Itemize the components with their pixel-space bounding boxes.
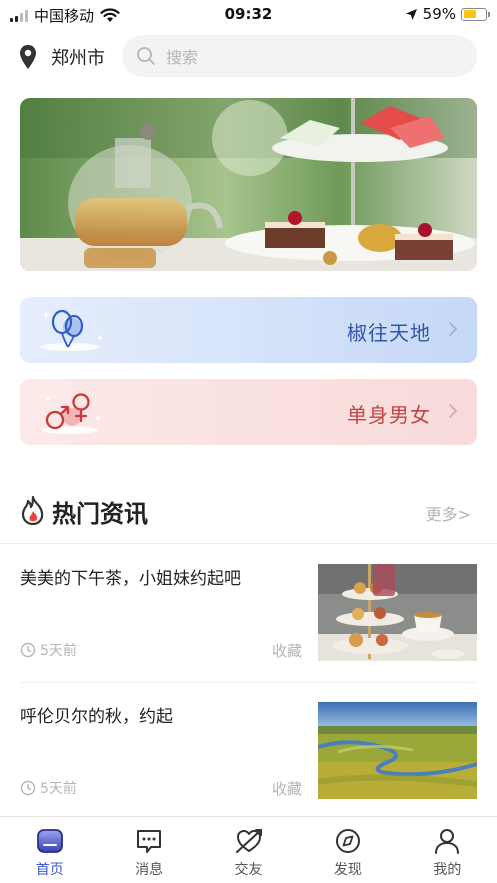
category-card-pink[interactable]: 单身男女 xyxy=(20,379,477,445)
news-time: 5天前 xyxy=(40,781,77,797)
afternoon-tea-photo[interactable] xyxy=(318,564,477,661)
news-meta: 5天前 xyxy=(20,640,77,660)
battery-icon xyxy=(461,7,490,21)
balloons-icon xyxy=(40,309,103,351)
news-item[interactable]: 呼伦贝尔的秋，约起 5天前 收藏 xyxy=(20,700,477,820)
dating-icon xyxy=(235,829,262,853)
divider xyxy=(20,682,477,683)
section-title: 热门资讯 xyxy=(52,500,148,528)
location-pin-icon[interactable] xyxy=(18,44,38,70)
category-card-blue[interactable]: 椒往天地 xyxy=(20,297,477,363)
message-icon xyxy=(137,830,162,853)
clock-icon xyxy=(20,642,36,658)
search-placeholder: 搜索 xyxy=(166,48,199,67)
location-arrow-icon xyxy=(405,8,417,20)
status-bar: 中国移动 09:32 59% xyxy=(0,0,497,30)
tab-label: 首页 xyxy=(35,862,64,878)
profile-icon xyxy=(435,829,460,854)
compass-icon xyxy=(335,829,360,853)
news-time: 5天前 xyxy=(40,643,77,659)
battery-fill xyxy=(463,10,476,18)
category-label: 椒往天地 xyxy=(347,321,431,345)
status-right: 59% xyxy=(405,5,490,23)
tab-label: 消息 xyxy=(135,862,164,878)
tab-discover[interactable]: 发现 xyxy=(298,817,397,883)
clock-icon xyxy=(20,780,36,796)
bottom-tab-bar: 首页 消息 交友 发现 我的 xyxy=(0,816,497,883)
city-selector[interactable]: 郑州市 xyxy=(51,44,105,70)
divider xyxy=(0,543,497,544)
tab-label: 我的 xyxy=(433,862,462,878)
tab-profile[interactable]: 我的 xyxy=(398,817,497,883)
news-title: 呼伦贝尔的秋，约起 xyxy=(20,707,173,727)
favorite-button[interactable]: 收藏 xyxy=(272,778,302,799)
tab-home[interactable]: 首页 xyxy=(0,817,99,883)
banner-afternoon-tea-photo[interactable] xyxy=(20,98,477,271)
tab-label: 发现 xyxy=(333,862,362,878)
favorite-button[interactable]: 收藏 xyxy=(272,640,302,661)
news-item[interactable]: 美美的下午茶，小姐妹约起吧 5天前 收藏 xyxy=(20,562,477,682)
news-meta: 5天前 xyxy=(20,778,77,798)
battery-percent: 59% xyxy=(422,5,456,23)
news-title: 美美的下午茶，小姐妹约起吧 xyxy=(20,569,241,589)
grassland-river-photo[interactable] xyxy=(318,702,477,799)
tab-dating[interactable]: 交友 xyxy=(199,817,298,883)
tab-label: 交友 xyxy=(234,862,263,878)
fire-icon xyxy=(21,495,44,525)
banner-image xyxy=(20,98,477,271)
category-label: 单身男女 xyxy=(347,403,431,427)
chevron-right-icon xyxy=(449,404,458,418)
search-icon xyxy=(137,47,155,65)
header: 郑州市 搜索 xyxy=(0,35,497,79)
hot-news-header: 热门资讯 更多> xyxy=(0,492,497,532)
gender-symbols-icon xyxy=(42,393,101,434)
home-icon xyxy=(36,829,63,853)
chevron-right-icon xyxy=(449,322,458,336)
search-bar[interactable]: 搜索 xyxy=(122,35,477,77)
tab-messages[interactable]: 消息 xyxy=(99,817,198,883)
more-link[interactable]: 更多> xyxy=(426,501,471,525)
